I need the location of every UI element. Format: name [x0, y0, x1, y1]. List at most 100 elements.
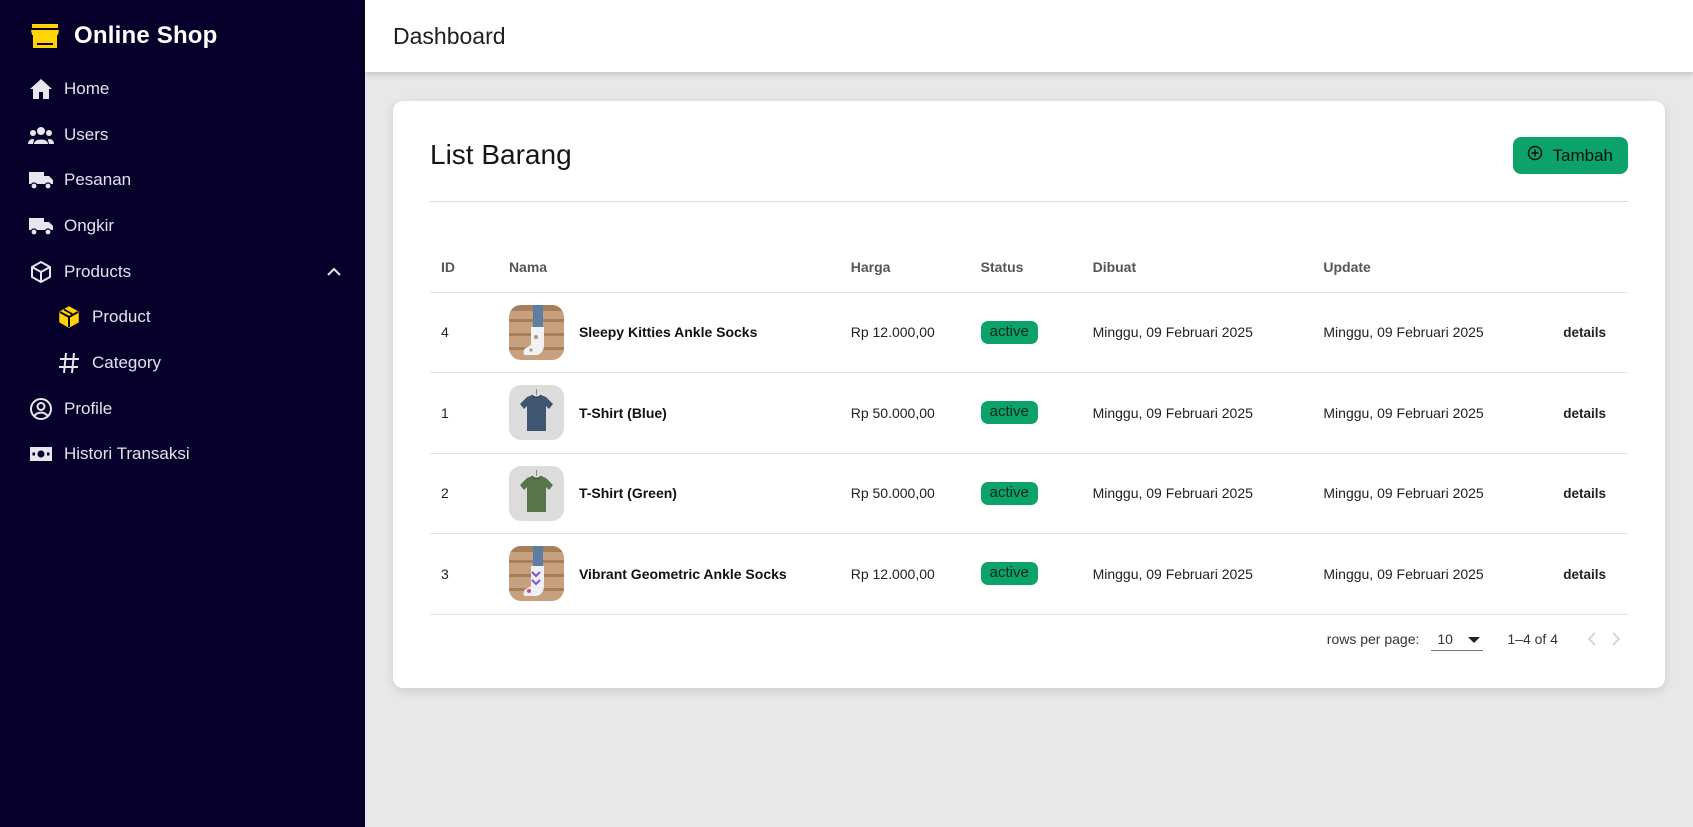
- caret-down-icon: [1467, 631, 1481, 647]
- prev-page-button[interactable]: [1580, 627, 1604, 651]
- cell-dibuat: Minggu, 09 Februari 2025: [1092, 372, 1324, 454]
- details-link[interactable]: details: [1563, 406, 1606, 421]
- sidebar-item-products[interactable]: Products: [0, 249, 365, 295]
- cell-harga: Rp 12.000,00: [850, 533, 981, 615]
- sidebar-item-ongkir[interactable]: Ongkir: [0, 203, 365, 249]
- hash-icon: [56, 350, 82, 376]
- cell-update: Minggu, 09 Februari 2025: [1323, 453, 1564, 534]
- column-header-harga[interactable]: Harga: [850, 242, 981, 293]
- divider: [430, 201, 1628, 202]
- status-badge: active: [980, 320, 1038, 344]
- sidebar-nav: Home Users Pesanan Ongkir Products Produ…: [0, 66, 365, 477]
- product-thumbnail: [508, 385, 564, 441]
- page-title: Dashboard: [393, 22, 506, 49]
- chevron-up-icon[interactable]: [325, 263, 343, 281]
- sidebar-item-label: Category: [92, 352, 161, 372]
- sidebar-item-pesanan[interactable]: Pesanan: [0, 157, 365, 203]
- column-header-id[interactable]: ID: [430, 242, 509, 293]
- sidebar-item-label: Histori Transaksi: [64, 444, 190, 464]
- cell-nama: T-Shirt (Green): [508, 453, 851, 534]
- box-icon: [28, 259, 54, 285]
- store-icon: [30, 23, 60, 49]
- cell-id: 3: [430, 533, 509, 615]
- user-circle-icon: [28, 396, 54, 422]
- cell-dibuat: Minggu, 09 Februari 2025: [1092, 292, 1324, 373]
- pagination: rows per page: 10 1–4 of 4: [1327, 624, 1628, 654]
- product-thumbnail: [508, 546, 564, 602]
- cell-status: active: [980, 372, 1093, 454]
- table-row: 3 Vibrant Geometric Ankle Socks Rp 12.00…: [430, 533, 1628, 615]
- cell-dibuat: Minggu, 09 Februari 2025: [1092, 533, 1324, 615]
- pagination-range: 1–4 of 4: [1507, 631, 1558, 647]
- sidebar-item-histori-transaksi[interactable]: Histori Transaksi: [0, 432, 365, 478]
- column-header-actions: [1563, 242, 1628, 293]
- product-thumbnail: [508, 304, 564, 360]
- column-header-dibuat[interactable]: Dibuat: [1092, 242, 1324, 293]
- add-product-label: Tambah: [1552, 145, 1613, 165]
- sidebar-item-home[interactable]: Home: [0, 66, 365, 112]
- name-cell: T-Shirt (Blue): [508, 385, 851, 441]
- truck-icon: [28, 213, 54, 239]
- plus-circle-icon: [1527, 145, 1543, 166]
- sidebar-item-profile[interactable]: Profile: [0, 386, 365, 432]
- column-header-status[interactable]: Status: [980, 242, 1093, 293]
- sidebar-item-label: Product: [92, 307, 151, 327]
- cell-update: Minggu, 09 Februari 2025: [1323, 372, 1564, 454]
- sidebar-item-label: Users: [64, 124, 109, 144]
- product-thumbnail: [508, 465, 564, 521]
- cell-update: Minggu, 09 Februari 2025: [1323, 292, 1564, 373]
- sidebar-item-label: Products: [64, 261, 132, 281]
- sidebar-item-label: Profile: [64, 398, 113, 418]
- home-icon: [28, 76, 54, 102]
- table-row: 1 T-Shirt (Blue) Rp 50.000,00 active Min…: [430, 372, 1628, 454]
- details-link[interactable]: details: [1563, 486, 1606, 501]
- name-cell: Sleepy Kitties Ankle Socks: [508, 304, 851, 360]
- sidebar: Online Shop Home Users Pesanan Ongkir Pr…: [0, 0, 365, 827]
- cell-dibuat: Minggu, 09 Februari 2025: [1092, 453, 1324, 534]
- cell-harga: Rp 12.000,00: [850, 292, 981, 373]
- sidebar-item-label: Home: [64, 78, 110, 98]
- product-name: T-Shirt (Green): [578, 485, 677, 502]
- cell-actions: details: [1563, 372, 1628, 454]
- product-name: Vibrant Geometric Ankle Socks: [578, 565, 787, 582]
- sidebar-item-category[interactable]: Category: [0, 340, 365, 386]
- table-header-row: ID Nama Harga Status Dibuat Update: [430, 242, 1628, 293]
- details-link[interactable]: details: [1563, 567, 1606, 582]
- rows-per-page-select[interactable]: 10: [1431, 627, 1484, 651]
- cell-update: Minggu, 09 Februari 2025: [1323, 533, 1564, 615]
- brand[interactable]: Online Shop: [30, 22, 218, 50]
- details-link[interactable]: details: [1563, 325, 1606, 340]
- cell-harga: Rp 50.000,00: [850, 372, 981, 454]
- cell-nama: Sleepy Kitties Ankle Socks: [508, 292, 851, 373]
- cell-actions: details: [1563, 533, 1628, 615]
- sidebar-item-product[interactable]: Product: [0, 294, 365, 340]
- rows-per-page-value: 10: [1437, 630, 1453, 647]
- cell-actions: details: [1563, 453, 1628, 534]
- name-cell: T-Shirt (Green): [508, 465, 851, 521]
- status-badge: active: [980, 481, 1038, 505]
- column-header-update[interactable]: Update: [1323, 242, 1564, 293]
- next-page-button[interactable]: [1604, 627, 1628, 651]
- cell-nama: T-Shirt (Blue): [508, 372, 851, 454]
- rows-per-page-label: rows per page:: [1326, 631, 1420, 647]
- sidebar-item-label: Ongkir: [64, 215, 115, 235]
- cell-harga: Rp 50.000,00: [850, 453, 981, 534]
- cell-id: 1: [430, 372, 509, 454]
- chevron-right-icon: [1612, 632, 1621, 646]
- product-name: Sleepy Kitties Ankle Socks: [578, 324, 758, 341]
- cell-actions: details: [1563, 292, 1628, 373]
- table-row: 4 Sleepy Kitties Ankle Socks Rp 12.000,0…: [430, 292, 1628, 373]
- status-badge: active: [980, 562, 1038, 586]
- sidebar-item-label: Pesanan: [64, 170, 132, 190]
- status-badge: active: [980, 401, 1038, 425]
- product-name: T-Shirt (Blue): [578, 404, 667, 421]
- users-icon: [28, 122, 54, 148]
- sidebar-item-users[interactable]: Users: [0, 112, 365, 158]
- money-icon: [28, 441, 54, 467]
- chevron-left-icon: [1587, 632, 1596, 646]
- cell-nama: Vibrant Geometric Ankle Socks: [508, 533, 851, 615]
- add-product-button[interactable]: Tambah: [1512, 137, 1628, 174]
- card-title: List Barang: [430, 139, 572, 170]
- table-row: 2 T-Shirt (Green) Rp 50.000,00 active Mi…: [430, 453, 1628, 534]
- column-header-nama[interactable]: Nama: [508, 242, 851, 293]
